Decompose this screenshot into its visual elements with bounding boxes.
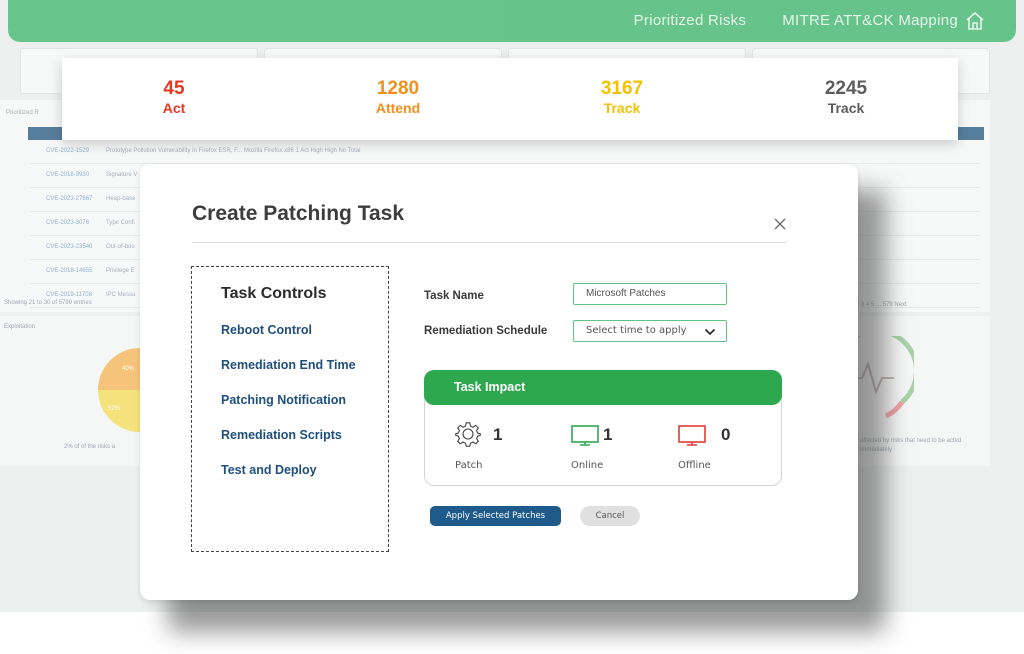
- remediation-schedule-select[interactable]: Select time to apply: [573, 320, 727, 342]
- top-nav-bar: Prioritized Risks MITRE ATT&CK Mapping: [8, 0, 1016, 42]
- apply-selected-patches-button[interactable]: Apply Selected Patches: [430, 506, 561, 526]
- impact-online-count: 1: [603, 425, 613, 444]
- impact-patch-count: 1: [493, 425, 503, 444]
- metric-label: Track: [603, 100, 641, 116]
- metric-value: 2245: [824, 78, 868, 99]
- impact-patch-label: Patch: [455, 460, 483, 471]
- app-page: Prioritized Risks MITRE ATT&CK Mapping P…: [0, 0, 1024, 654]
- exploitation-caption: 2% of of the risks a: [64, 444, 116, 450]
- pie-pct-a: 40%: [122, 366, 135, 372]
- schedule-label: Remediation Schedule: [424, 325, 548, 337]
- modal-divider: [192, 242, 786, 243]
- impact-online-label: Online: [571, 460, 604, 471]
- monitor-online-icon: [571, 425, 599, 446]
- gear-icon: [455, 422, 481, 447]
- cancel-button[interactable]: Cancel: [580, 506, 640, 526]
- top-nav: Prioritized Risks MITRE ATT&CK Mapping: [634, 12, 958, 29]
- task-name-input[interactable]: Microsoft Patches: [573, 283, 727, 305]
- table-row[interactable]: CVE-2022-1529 Prototype Pollution Vulnera…: [30, 140, 980, 164]
- modal-title: Create Patching Task: [192, 202, 405, 225]
- metric-label: Track: [827, 100, 865, 116]
- metric-label: Attend: [375, 100, 421, 116]
- task-controls-panel: Task Controls Reboot Control Remediation…: [191, 266, 389, 552]
- metric-value: 3167: [600, 78, 644, 99]
- metric-value: 45: [163, 78, 185, 99]
- pie-pct-b: 52%: [108, 406, 121, 412]
- chevron-down-icon: [704, 328, 716, 336]
- control-remediation-end-time[interactable]: Remediation End Time: [221, 358, 356, 372]
- home-icon[interactable]: [964, 10, 986, 32]
- control-test-and-deploy[interactable]: Test and Deploy: [221, 463, 317, 477]
- close-icon[interactable]: [772, 216, 788, 232]
- control-patching-notification[interactable]: Patching Notification: [221, 393, 346, 407]
- nav-mitre-mapping[interactable]: MITRE ATT&CK Mapping: [782, 12, 958, 29]
- monitor-offline-icon: [678, 425, 706, 446]
- control-remediation-scripts[interactable]: Remediation Scripts: [221, 428, 342, 442]
- schedule-placeholder: Select time to apply: [586, 325, 687, 336]
- task-impact-header: Task Impact: [424, 370, 782, 405]
- background-pie-chart: [98, 348, 140, 432]
- control-reboot[interactable]: Reboot Control: [221, 323, 312, 337]
- background-table-status: Showing 21 to 30 of 5780 entries: [4, 300, 92, 306]
- impact-offline-count: 0: [721, 425, 731, 444]
- background-exploitation-panel: Exploitation 40% 52% 2% of of the risks …: [0, 316, 140, 466]
- task-impact-card: Task Impact 1 Patch 1 Online 0 Offline: [424, 370, 782, 486]
- metric-act: 45 Act: [62, 58, 286, 140]
- impact-offline-label: Offline: [678, 460, 711, 471]
- metric-value: 1280: [376, 78, 420, 99]
- metric-label: Act: [162, 100, 186, 116]
- risk-metrics-card: 45 Act 1280 Attend 3167 Track 2245 Track: [62, 58, 958, 140]
- task-controls-heading: Task Controls: [221, 285, 327, 302]
- metric-attend: 1280 Attend: [286, 58, 510, 140]
- exploitation-label: Exploitation: [4, 324, 36, 330]
- metric-track-low: 2245 Track: [734, 58, 958, 140]
- nav-prioritized-risks[interactable]: Prioritized Risks: [634, 12, 747, 29]
- task-name-label: Task Name: [424, 290, 484, 302]
- background-table-title: Prioritized R: [6, 110, 39, 116]
- metric-track: 3167 Track: [510, 58, 734, 140]
- task-impact-title: Task Impact: [454, 380, 526, 394]
- create-patching-task-modal: Create Patching Task Task Controls Reboo…: [140, 164, 858, 600]
